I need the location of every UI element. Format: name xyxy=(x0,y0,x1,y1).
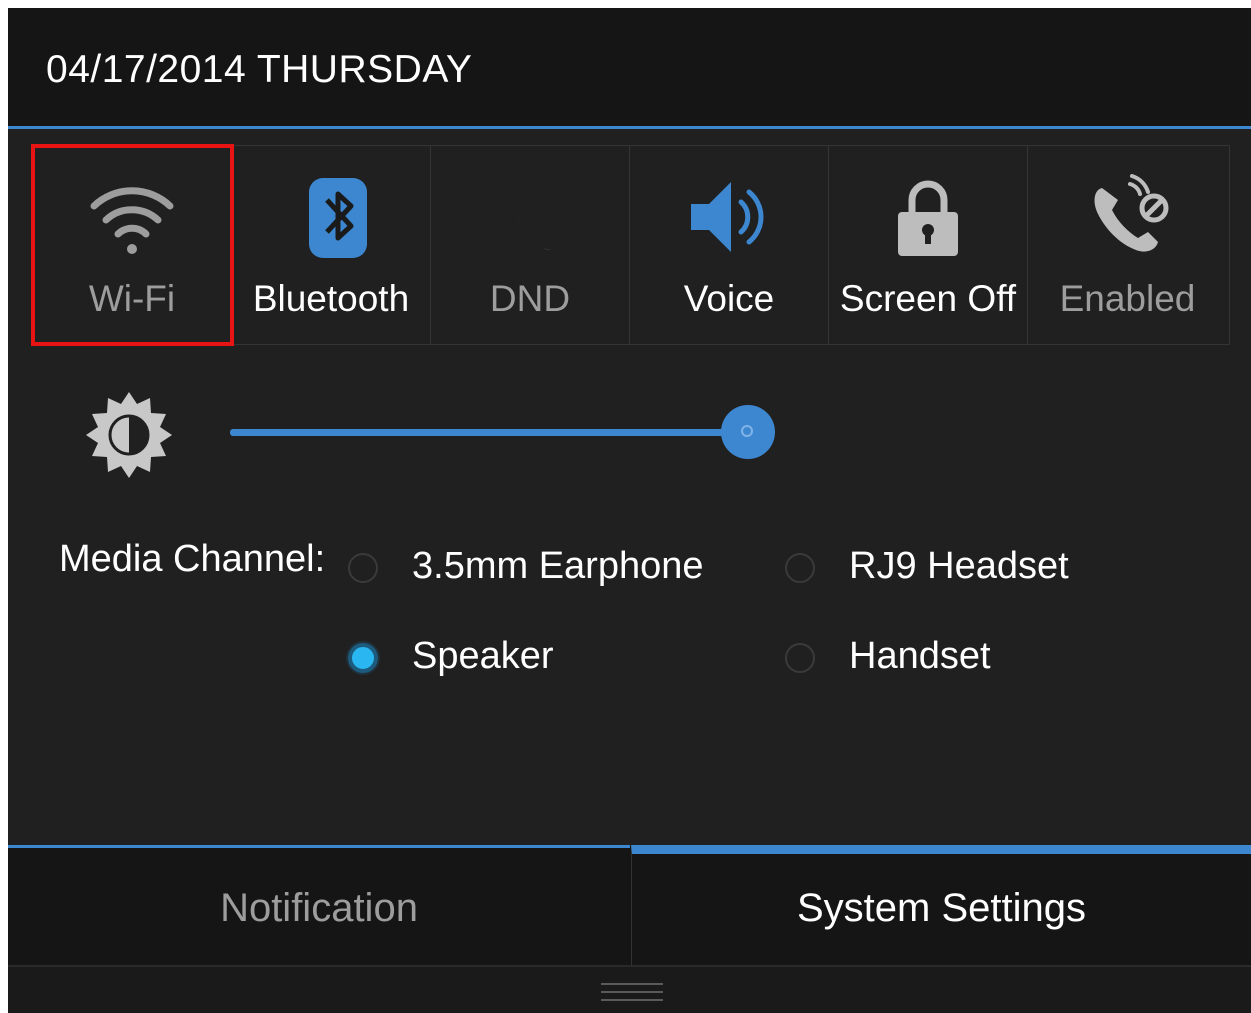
call-block-label: Enabled xyxy=(1059,278,1196,319)
radio-speaker-indicator xyxy=(348,643,378,673)
wifi-label: Wi-Fi xyxy=(88,278,176,319)
brightness-slider-thumb[interactable] xyxy=(721,405,775,459)
lock-icon xyxy=(898,180,958,256)
brightness-slider-track xyxy=(230,429,748,436)
radio-rj9-headset-indicator xyxy=(785,553,815,583)
quick-settings-panel: 04/17/2014 THURSDAY Wi-Fi Bluetooth DND xyxy=(8,8,1251,1013)
radio-rj9-headset-label: RJ9 Headset xyxy=(849,545,1069,587)
call-blocked-icon xyxy=(1094,174,1168,252)
dnd-label: DND xyxy=(489,278,571,319)
quick-toggle-row: Wi-Fi Bluetooth DND Voice Screen Off Ena… xyxy=(31,144,1230,346)
wifi-icon xyxy=(90,187,174,254)
panel-tab-bar: Notification System Settings xyxy=(8,845,1251,965)
panel-drag-bar[interactable] xyxy=(8,965,1251,1013)
moon-icon xyxy=(517,180,566,251)
screen-off-label: Screen Off xyxy=(839,278,1017,319)
drag-handle-icon[interactable] xyxy=(601,983,663,1003)
tab-notification-label: Notification xyxy=(220,886,418,930)
tab-system-settings-label: System Settings xyxy=(796,886,1086,930)
radio-handset-label: Handset xyxy=(849,635,991,677)
call-block-toggle[interactable]: Enabled xyxy=(1028,146,1227,344)
bluetooth-label: Bluetooth xyxy=(252,278,410,319)
radio-earphone-label: 3.5mm Earphone xyxy=(412,545,704,587)
tab-notification[interactable]: Notification xyxy=(8,845,630,965)
wifi-toggle[interactable]: Wi-Fi xyxy=(31,144,234,346)
speaker-icon xyxy=(691,182,764,252)
bluetooth-icon xyxy=(309,178,367,258)
date-label: 04/17/2014 THURSDAY xyxy=(46,48,473,91)
brightness-slider[interactable] xyxy=(230,403,810,463)
screen-off-toggle[interactable]: Screen Off xyxy=(829,146,1028,344)
header-divider xyxy=(8,126,1251,129)
tab-system-settings[interactable]: System Settings xyxy=(631,845,1251,965)
voice-label: Voice xyxy=(683,278,775,319)
media-channel-label: Media Channel: xyxy=(59,538,326,580)
radio-speaker-label: Speaker xyxy=(412,635,554,677)
dnd-toggle[interactable]: DND xyxy=(431,146,630,344)
radio-earphone-indicator xyxy=(348,553,378,583)
brightness-icon xyxy=(86,392,172,478)
voice-toggle[interactable]: Voice xyxy=(630,146,829,344)
status-header: 04/17/2014 THURSDAY xyxy=(8,8,1251,126)
bluetooth-toggle[interactable]: Bluetooth xyxy=(232,146,431,344)
radio-handset-indicator xyxy=(785,643,815,673)
